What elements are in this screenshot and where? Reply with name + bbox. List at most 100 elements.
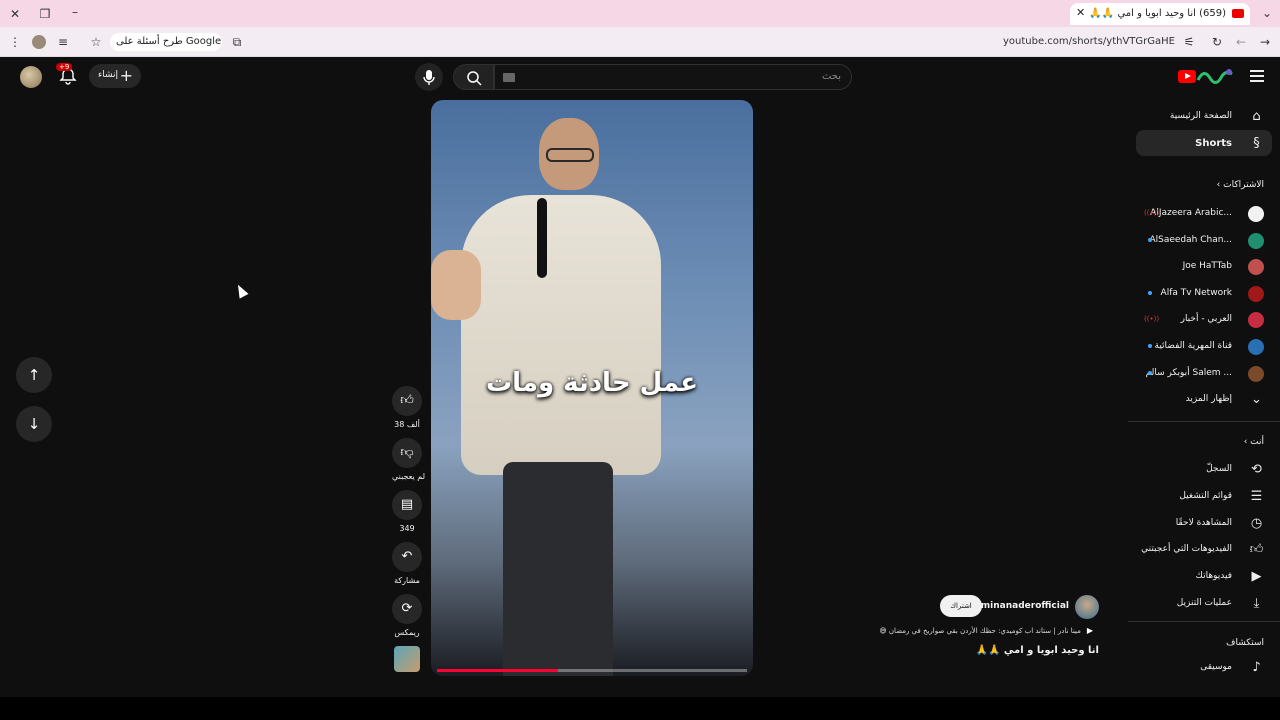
sidebar-subscription-item[interactable]: قناة المهرية الفضائية xyxy=(1128,333,1280,359)
new-content-dot-icon xyxy=(1148,290,1152,295)
remix-icon[interactable]: ⟳ xyxy=(392,594,422,624)
subscription-name: AlSaeedah Chan... xyxy=(1149,234,1232,245)
reading-list-icon[interactable]: ≡ xyxy=(56,35,70,49)
url-text[interactable]: youtube.com/shorts/ythVTGrGaHE xyxy=(1003,36,1175,47)
arrow-up-icon: ↑ xyxy=(27,366,41,384)
dislike-action[interactable]: 👎︎ لم يعجبني xyxy=(392,438,425,481)
you-heading[interactable]: أنت › xyxy=(1244,437,1264,447)
sidebar-subscription-item[interactable]: Joe HaTTab xyxy=(1128,253,1280,279)
previous-short-button[interactable]: ↑ xyxy=(16,357,52,393)
search-button[interactable] xyxy=(453,64,494,90)
keyboard-icon[interactable] xyxy=(503,73,515,82)
voice-search-button[interactable] xyxy=(415,63,443,91)
playlists-icon: ☰ xyxy=(1250,488,1263,504)
share-action[interactable]: ↶ مشاركة xyxy=(392,542,422,585)
play-icon: ▶ xyxy=(1086,626,1093,635)
doodle-logo xyxy=(1196,66,1234,86)
sidebar-item-your-videos[interactable]: فيديوهاتك ▶ xyxy=(1128,563,1280,589)
account-avatar[interactable] xyxy=(20,66,42,88)
next-short-button[interactable]: ↓ xyxy=(16,406,52,442)
lens-icon[interactable]: ⧉ xyxy=(230,35,244,49)
video-progress-bar[interactable] xyxy=(437,669,747,672)
watch-later-icon: ◷ xyxy=(1250,515,1263,531)
comments-action[interactable]: ▤ 349 xyxy=(392,490,422,533)
subscription-name: Alfa Tv Network xyxy=(1160,287,1232,298)
sidebar-subscription-item[interactable]: Alfa Tv Network xyxy=(1128,280,1280,306)
subscription-name: Joe HaTTab xyxy=(1182,261,1232,272)
window-minimize-icon[interactable]: – xyxy=(68,5,82,19)
short-video-player[interactable]: عمل حادثة ومات xyxy=(431,100,753,676)
sidebar-subscription-item[interactable]: العربي - أخبار ((•)) xyxy=(1128,306,1280,332)
tab-search-chevron-icon[interactable]: ⌄ xyxy=(1260,6,1274,20)
comment-icon[interactable]: ▤ xyxy=(392,490,422,520)
sidebar-divider xyxy=(1128,421,1280,422)
channel-icon xyxy=(1248,206,1264,222)
create-label: إنشاء xyxy=(98,70,119,80)
sidebar-item-home[interactable]: الصفحة الرئيسية ⌂ xyxy=(1128,103,1280,129)
related-video-text: مينا نادر | ستاند اب كوميدي: حظك الأردن … xyxy=(879,627,1081,635)
sidebar-item-label: موسيقى xyxy=(1200,662,1232,672)
sidebar: الصفحة الرئيسية ⌂ Shorts § الاشتراكات › … xyxy=(1128,97,1280,697)
sidebar-item-label: السجلّ xyxy=(1206,464,1232,474)
like-count: 38 ألف xyxy=(394,420,420,429)
subscription-name: أبوبكر سالم Salem ... xyxy=(1145,367,1232,378)
sidebar-item-music[interactable]: موسيقى ♪ xyxy=(1128,654,1280,680)
sidebar-subscription-item[interactable]: أبوبكر سالم Salem ... xyxy=(1128,360,1280,386)
video-subject-legs xyxy=(503,462,613,676)
create-button[interactable]: إنشاء + xyxy=(89,64,141,88)
shorts-icon: § xyxy=(1253,136,1260,151)
browser-menu-icon[interactable]: ⋮ xyxy=(8,35,22,49)
comments-count: 349 xyxy=(399,524,415,533)
sidebar-item-label: الفيديوهات التي أعجبتني xyxy=(1141,544,1232,555)
tab-close-icon[interactable]: ✕ xyxy=(1076,6,1085,19)
sidebar-item-shorts[interactable]: Shorts § xyxy=(1136,130,1272,156)
new-content-dot-icon xyxy=(1148,370,1152,375)
show-more-button[interactable]: إظهار المزيد ⌄ xyxy=(1128,386,1280,412)
youtube-favicon-icon xyxy=(1232,9,1244,18)
bookmark-star-icon[interactable]: ☆ xyxy=(89,35,103,49)
sidebar-subscription-item[interactable]: AlJazeera Arabic... ((•)) xyxy=(1128,200,1280,226)
browser-tab[interactable]: ✕ (659) انا وحيد ابويا و امي 🙏🙏 xyxy=(1070,3,1250,25)
sidebar-item-downloads[interactable]: عمليات التنزيل ⤓ xyxy=(1128,590,1280,616)
reload-icon[interactable]: ↻ xyxy=(1210,35,1224,49)
sidebar-item-watch-later[interactable]: المشاهدة لاحقًا ◷ xyxy=(1128,510,1280,536)
tab-title: (659) انا وحيد ابويا و امي 🙏🙏 xyxy=(1089,8,1226,19)
window-close-icon[interactable]: ✕ xyxy=(8,7,22,21)
ask-google-chip[interactable]: طرح أسئلة على Google xyxy=(110,33,222,51)
notifications-button[interactable]: +9 xyxy=(56,63,78,86)
sidebar-subscription-item[interactable]: AlSaeedah Chan... xyxy=(1128,227,1280,253)
search-placeholder: بحث xyxy=(821,71,841,82)
youtube-logo[interactable] xyxy=(1172,66,1234,86)
new-content-dot-icon xyxy=(1148,344,1152,348)
sidebar-item-playlists[interactable]: قوائم التشغيل ☰ xyxy=(1128,483,1280,509)
live-icon: ((•)) xyxy=(1144,209,1160,217)
new-content-dot-icon xyxy=(1148,237,1152,242)
plus-icon: + xyxy=(119,66,133,85)
subscribe-button[interactable]: اشتراك xyxy=(940,595,982,617)
channel-avatar[interactable] xyxy=(1075,595,1099,619)
hamburger-menu-icon[interactable] xyxy=(1250,70,1264,82)
sidebar-item-history[interactable]: السجلّ ⟲ xyxy=(1128,456,1280,482)
subscriptions-heading[interactable]: الاشتراكات › xyxy=(1217,180,1264,190)
related-video-link[interactable]: ▶ مينا نادر | ستاند اب كوميدي: حظك الأردن… xyxy=(879,626,1093,635)
audio-thumbnail[interactable] xyxy=(394,646,420,672)
dislike-icon[interactable]: 👎︎ xyxy=(392,438,422,468)
browser-tab-bar: ✕ ❐ – + ✕ (659) انا وحيد ابويا و امي 🙏🙏 … xyxy=(0,0,1280,27)
search-icon xyxy=(467,71,482,86)
explore-heading: استكشاف xyxy=(1226,638,1264,648)
like-action[interactable]: 👍︎ 38 ألف xyxy=(392,386,422,429)
remix-action[interactable]: ⟳ ريمكس xyxy=(392,594,422,637)
notifications-badge: +9 xyxy=(56,63,73,71)
like-icon[interactable]: 👍︎ xyxy=(392,386,422,416)
share-icon[interactable]: ↶ xyxy=(392,542,422,572)
profile-icon[interactable] xyxy=(32,35,46,49)
channel-name[interactable]: @minanaderofficial xyxy=(972,601,1069,611)
sidebar-item-liked[interactable]: الفيديوهات التي أعجبتني 👍︎ xyxy=(1128,536,1280,562)
video-title: انا وحيد ابويا و امي 🙏🙏 xyxy=(975,645,1099,656)
site-settings-icon[interactable]: ⚟ xyxy=(1182,35,1196,49)
back-icon[interactable]: → xyxy=(1258,35,1272,49)
forward-icon[interactable]: ← xyxy=(1234,35,1248,49)
window-restore-icon[interactable]: ❐ xyxy=(38,7,52,21)
search-input[interactable]: بحث xyxy=(494,64,852,90)
music-icon: ♪ xyxy=(1252,660,1261,675)
